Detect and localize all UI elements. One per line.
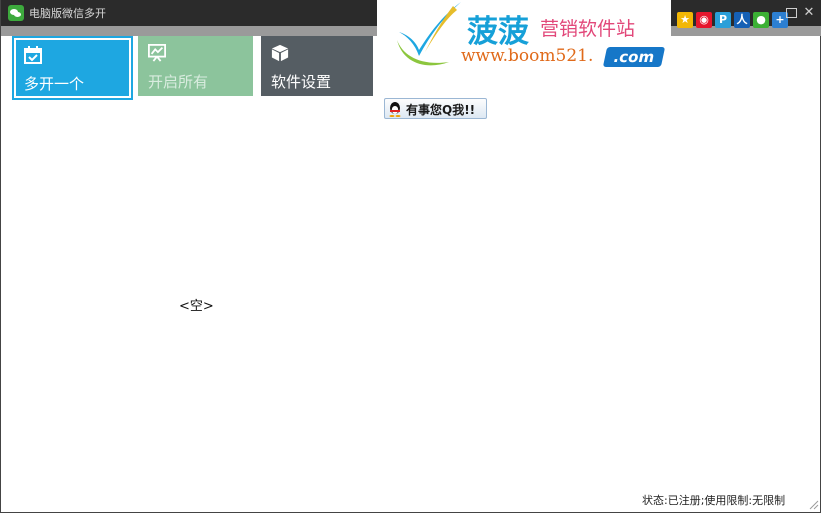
- wechat-app-icon: [8, 5, 24, 21]
- qq-contact-button[interactable]: 有事您Q我!!: [384, 98, 487, 119]
- qzone-icon[interactable]: ★: [677, 12, 693, 28]
- renren-icon[interactable]: 人: [734, 12, 750, 28]
- software-settings-button[interactable]: 软件设置: [261, 36, 373, 96]
- status-text: 状态:已注册;使用限制:无限制: [642, 494, 786, 507]
- brand-url: www.boom521.: [461, 46, 594, 66]
- qq-penguin-icon: [389, 102, 401, 117]
- empty-list-placeholder: <空>: [179, 299, 214, 314]
- app-window: 电脑版微信多开 多开一个 开启所有 软件设置 菠菠 营销软件站 www.boom…: [0, 0, 821, 513]
- open-all-button[interactable]: 开启所有: [138, 36, 253, 96]
- presentation-chart-icon: [148, 44, 166, 62]
- software-settings-label: 软件设置: [271, 73, 332, 91]
- resize-grip-icon[interactable]: [807, 498, 819, 510]
- brand-domain-badge: .com: [602, 47, 666, 67]
- wechat-icon[interactable]: ●: [753, 12, 769, 28]
- window-title: 电脑版微信多开: [29, 7, 106, 20]
- maximize-icon[interactable]: [784, 6, 798, 20]
- brand-subtitle: 营销软件站: [540, 18, 636, 40]
- brand-banner[interactable]: 菠菠 营销软件站 www.boom521. .com: [377, 0, 671, 80]
- open-all-label: 开启所有: [148, 73, 209, 91]
- close-icon[interactable]: ✕: [802, 6, 816, 20]
- brand-name: 菠菠: [467, 14, 529, 50]
- calendar-check-icon: [24, 46, 42, 64]
- open-one-more-button[interactable]: 多开一个: [12, 36, 133, 100]
- weibo-icon[interactable]: ◉: [696, 12, 712, 28]
- tencent-weibo-icon[interactable]: P: [715, 12, 731, 28]
- qq-contact-label: 有事您Q我!!: [406, 103, 476, 117]
- open-one-more-label: 多开一个: [24, 75, 85, 93]
- brand-logo-swoosh-icon: [397, 2, 461, 66]
- cube-icon: [271, 44, 289, 62]
